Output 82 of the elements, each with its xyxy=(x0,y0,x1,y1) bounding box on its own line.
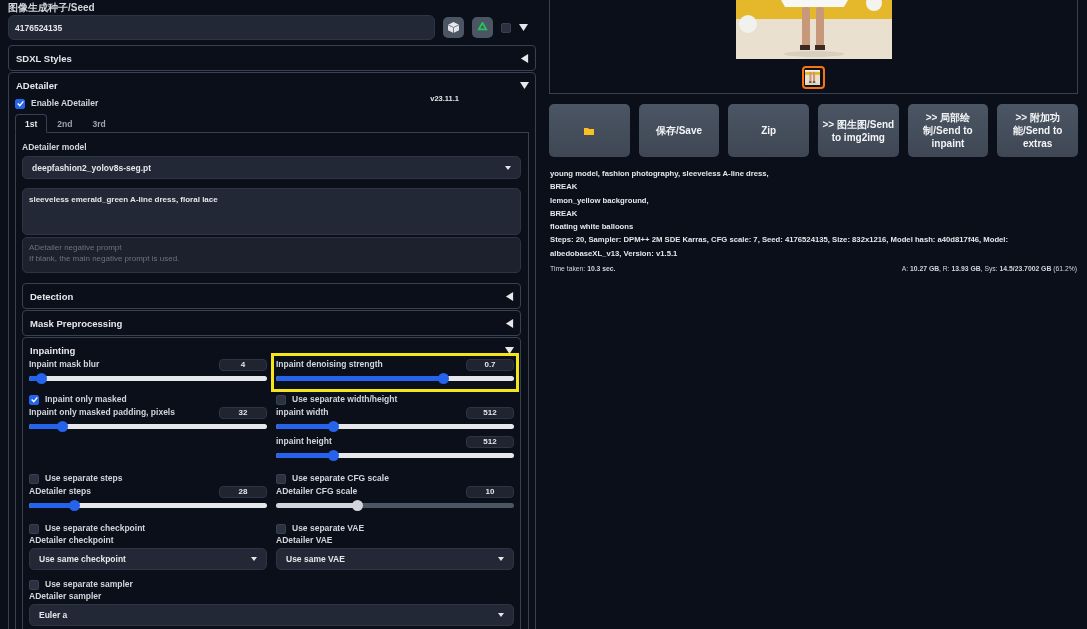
checkbox[interactable] xyxy=(276,523,286,534)
dropdown-arrow-icon xyxy=(498,613,504,617)
dropdown-label: ADetailer model xyxy=(22,142,87,152)
prompt-field[interactable]: sleeveless emerald_green A-line dress, floral lace xyxy=(22,188,521,235)
negative-prompt-field[interactable]: ADetailer negative prompt If blank, the main negative prompt is used. xyxy=(22,237,521,273)
number-field[interactable]: 4 xyxy=(219,358,267,371)
dropdown[interactable]: Use same checkpoint xyxy=(29,548,267,570)
checkbox[interactable] xyxy=(29,473,39,484)
checkbox[interactable] xyxy=(501,22,511,33)
slider-label: Inpaint only masked padding, pixels xyxy=(29,407,175,418)
caret-down-icon xyxy=(519,23,528,32)
dropdown-label: ADetailer sampler xyxy=(29,591,103,602)
slider-thumb[interactable] xyxy=(328,421,340,432)
number-field[interactable]: 512 xyxy=(466,435,514,448)
action-button[interactable]: >> 附加功能/Send to extras xyxy=(997,104,1078,157)
slider-thumb[interactable] xyxy=(57,421,69,432)
checkbox[interactable] xyxy=(29,579,39,590)
slider-thumb[interactable] xyxy=(437,373,449,384)
slider-track[interactable] xyxy=(276,453,514,458)
checkbox-label: Use separate steps xyxy=(45,473,123,484)
slider-track[interactable] xyxy=(276,376,514,381)
checkbox-label: Use separate CFG scale xyxy=(292,473,389,484)
slider-label: Inpaint denoising strength xyxy=(276,359,383,370)
tab[interactable]: 2nd xyxy=(47,114,83,133)
number-field[interactable]: 32 xyxy=(219,406,267,419)
slider-track[interactable] xyxy=(276,424,514,429)
action-button[interactable]: 保存/Save xyxy=(638,104,720,157)
checkbox[interactable] xyxy=(29,523,39,534)
action-button[interactable]: >> 图生图/Send to img2img xyxy=(818,104,899,157)
dropdown-label: ADetailer checkpoint xyxy=(29,535,115,546)
thumbnail-button[interactable] xyxy=(802,66,825,89)
dice-button[interactable] xyxy=(443,17,464,38)
slider-label: ADetailer CFG scale xyxy=(276,486,358,497)
checkbox-label: Use separate VAE xyxy=(292,523,365,534)
slider-thumb[interactable] xyxy=(328,450,340,461)
slider-label: Inpaint mask blur xyxy=(29,359,100,370)
action-button[interactable]: >> 局部绘制/Send to inpaint xyxy=(907,104,989,157)
number-field[interactable]: 0.7 xyxy=(466,358,514,371)
accordion-title[interactable]: Mask Preprocessing xyxy=(30,317,123,329)
checkbox-label: Inpaint only masked xyxy=(45,394,127,405)
accordion-title[interactable]: Detection xyxy=(30,290,74,302)
checkbox[interactable] xyxy=(276,394,286,405)
caret-left-icon xyxy=(520,53,529,63)
slider-track[interactable] xyxy=(29,503,267,508)
folder-icon xyxy=(584,126,595,135)
caret-down-icon xyxy=(505,345,514,355)
number-field[interactable]: 28 xyxy=(219,485,267,498)
slider-track[interactable] xyxy=(29,424,267,429)
checkbox[interactable] xyxy=(15,98,25,109)
caret-left-icon xyxy=(505,291,514,301)
action-button[interactable]: Zip xyxy=(728,104,809,157)
seed-field[interactable]: 4176524135 xyxy=(8,15,435,40)
dropdown-arrow-icon xyxy=(505,165,511,170)
number-field[interactable]: 512 xyxy=(466,406,514,419)
accordion-title[interactable]: ADetailer xyxy=(16,79,58,91)
slider-label: ADetailer steps xyxy=(29,486,91,497)
dropdown[interactable]: Euler a xyxy=(29,604,514,626)
field-label: 图像生成种子/Seed xyxy=(8,2,96,14)
slider-label: inpaint width xyxy=(276,407,329,418)
slider-track[interactable] xyxy=(29,376,267,381)
recycle-button[interactable] xyxy=(472,17,493,38)
dropdown-arrow-icon xyxy=(251,557,257,561)
dice-icon xyxy=(448,22,459,33)
dropdown[interactable]: Use same VAE xyxy=(276,548,514,570)
slider-thumb[interactable] xyxy=(69,500,81,511)
dropdown-label: ADetailer VAE xyxy=(276,535,334,546)
checkbox-label: Enable ADetailer xyxy=(31,98,99,109)
model-dropdown[interactable]: deepfashion2_yolov8s-seg.pt xyxy=(22,156,521,179)
checkbox-label: Use separate checkpoint xyxy=(45,523,146,534)
dropdown-arrow-icon xyxy=(498,557,504,561)
checkbox[interactable] xyxy=(29,394,39,405)
checkbox-label: Use separate width/height xyxy=(292,394,398,405)
checkbox[interactable] xyxy=(276,473,286,484)
tab[interactable]: 1st xyxy=(15,114,48,133)
slider-label: inpaint height xyxy=(276,436,332,447)
caret-down-icon xyxy=(520,80,529,90)
accordion-title[interactable]: Inpainting xyxy=(30,344,76,356)
checkbox-label: Use separate sampler xyxy=(45,579,133,590)
slider-thumb[interactable] xyxy=(35,373,47,384)
tab[interactable]: 3rd xyxy=(82,114,116,133)
caret-left-icon xyxy=(505,318,514,328)
accordion-title[interactable]: SDXL Styles xyxy=(16,52,72,64)
